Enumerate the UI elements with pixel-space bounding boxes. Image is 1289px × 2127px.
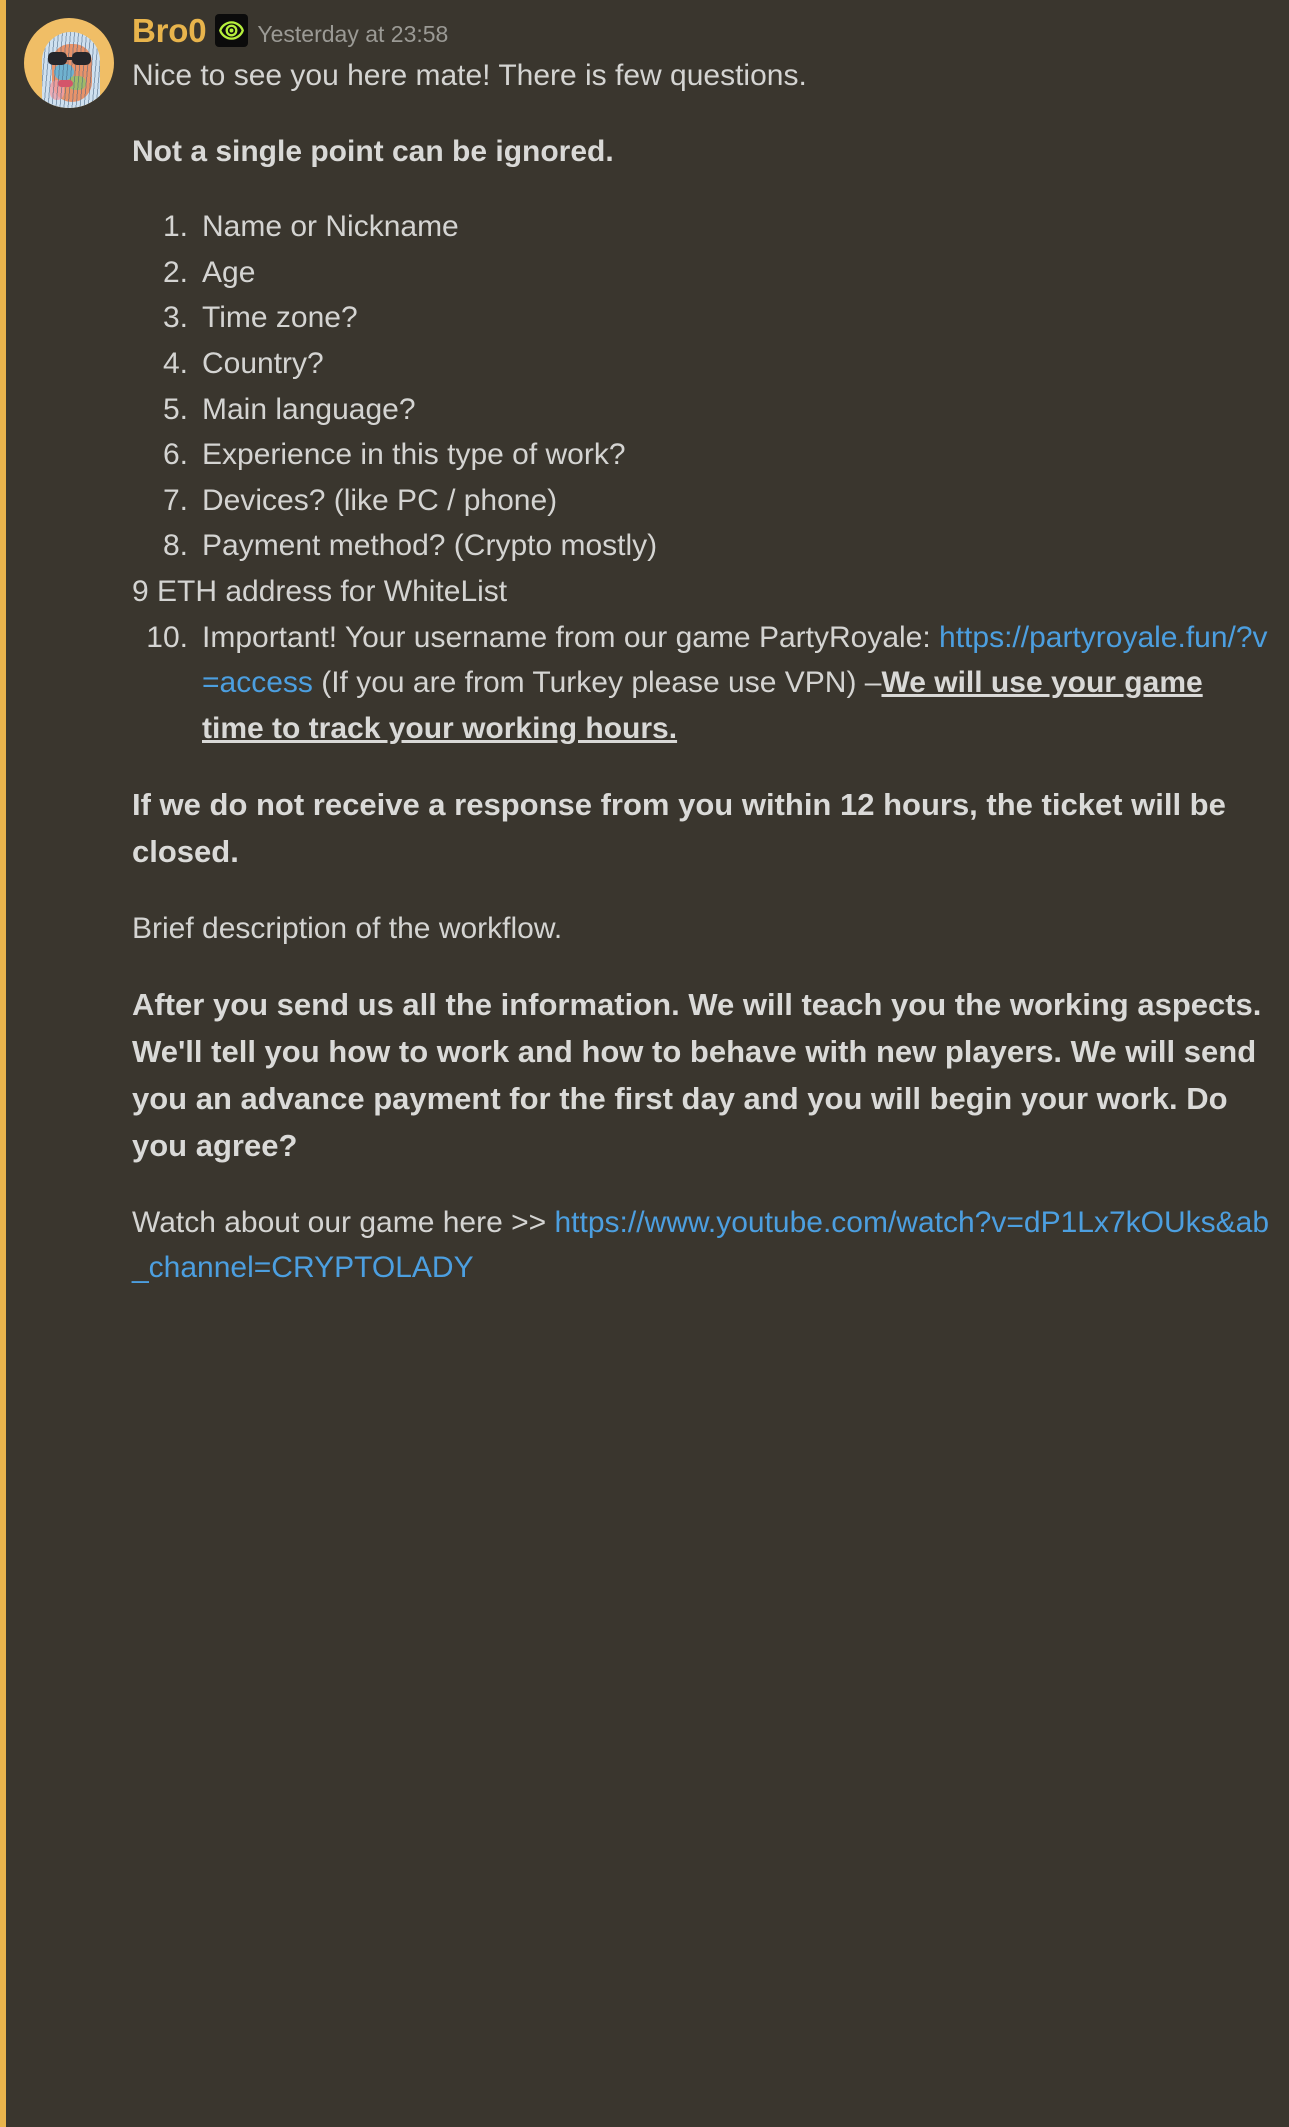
ticket-closing-warning: If we do not receive a response from you… xyxy=(132,787,1226,870)
list-item: Payment method? (Crypto mostly) xyxy=(132,523,1269,569)
message-body: Nice to see you here mate! There is few … xyxy=(132,53,1269,1291)
list-item: Name or Nickname xyxy=(132,204,1269,250)
watch-lead-text: Watch about our game here >> xyxy=(132,1205,555,1239)
question-text: Devices? (like PC / phone) xyxy=(202,483,558,517)
vpn-note-text: (If you are from Turkey please use VPN) … xyxy=(312,666,882,700)
question-text: Country? xyxy=(202,346,324,380)
message-timestamp: Yesterday at 23:58 xyxy=(257,20,449,47)
question-text: Name or Nickname xyxy=(202,210,459,244)
message-header: Bro0 Yesterday at 23:58 xyxy=(132,14,1269,47)
list-item: Time zone? xyxy=(132,295,1269,341)
questions-list: Name or Nickname Age Time zone? Country?… xyxy=(132,204,1269,751)
list-item-eth-address: 9 ETH address for WhiteList xyxy=(132,569,1269,615)
message-content: Bro0 Yesterday at 23:58 Nice to see you … xyxy=(118,14,1269,1291)
mention-highlight-bar xyxy=(0,0,6,2127)
author-username[interactable]: Bro0 xyxy=(132,14,207,47)
avatar-container xyxy=(24,14,118,1291)
list-item: Country? xyxy=(132,341,1269,387)
target-eye-icon[interactable] xyxy=(215,14,249,47)
list-item: Experience in this type of work? xyxy=(132,432,1269,478)
question-text: Experience in this type of work? xyxy=(202,438,626,472)
avatar[interactable] xyxy=(24,18,114,108)
item10-lead-text: Important! Your username from our game P… xyxy=(202,620,940,654)
list-item-important: Important! Your username from our game P… xyxy=(132,615,1269,752)
avatar-lips xyxy=(58,80,73,87)
question-text: Main language? xyxy=(202,392,416,426)
list-item: Devices? (like PC / phone) xyxy=(132,478,1269,524)
chat-message: Bro0 Yesterday at 23:58 Nice to see you … xyxy=(0,0,1289,2127)
list-item: Main language? xyxy=(132,387,1269,433)
question-text: Payment method? (Crypto mostly) xyxy=(202,529,658,563)
question-text: Age xyxy=(202,255,256,289)
watch-game-line: Watch about our game here >> https://www… xyxy=(132,1200,1269,1291)
workflow-intro-text: Brief description of the workflow. xyxy=(132,911,563,945)
avatar-sunglasses-icon xyxy=(48,52,94,65)
emphasis-heading: Not a single point can be ignored. xyxy=(132,134,614,168)
question-text: 9 ETH address for WhiteList xyxy=(132,574,508,608)
greeting-text: Nice to see you here mate! There is few … xyxy=(132,59,807,92)
list-item: Age xyxy=(132,250,1269,296)
avatar-hair-lines xyxy=(42,32,100,108)
question-text: Time zone? xyxy=(202,301,358,335)
workflow-description: After you send us all the information. W… xyxy=(132,987,1262,1164)
